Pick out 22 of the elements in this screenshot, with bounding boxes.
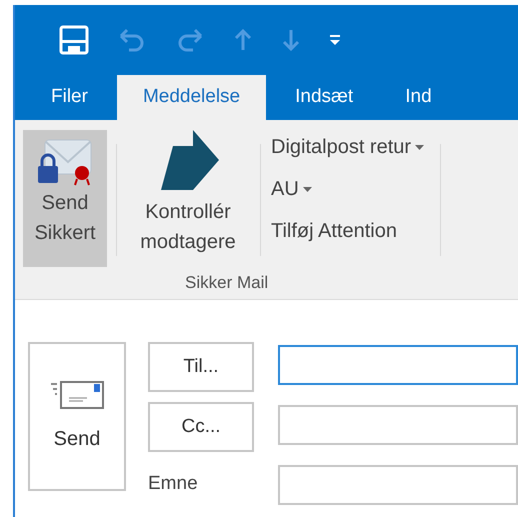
- cc-button[interactable]: Cc...: [148, 402, 254, 452]
- subject-label: Emne: [148, 472, 199, 496]
- save-icon[interactable]: [59, 25, 89, 55]
- ribbon-menu-item[interactable]: AU: [271, 174, 424, 204]
- ribbon-tab[interactable]: Filer: [25, 75, 114, 120]
- ribbon-menu-item[interactable]: Digitalpost retur: [271, 132, 424, 162]
- group-label: Sikker Mail: [184, 272, 270, 294]
- ribbon-tab[interactable]: Ind: [379, 75, 458, 120]
- caret-icon: [415, 144, 424, 150]
- envelope-icon: [49, 380, 105, 410]
- check-recipients-button[interactable]: Kontrollér modtagere: [126, 130, 250, 267]
- input-field[interactable]: [278, 465, 518, 505]
- ribbon-tab[interactable]: Meddelelse: [116, 75, 266, 120]
- caret-icon: [302, 186, 312, 192]
- ribbon-tab[interactable]: Indsæt: [269, 75, 380, 120]
- customize-icon[interactable]: [329, 34, 341, 46]
- input-field[interactable]: [278, 345, 518, 385]
- ribbon-menu-item[interactable]: Tilføj Attention: [271, 216, 424, 246]
- to-button[interactable]: Til...: [148, 342, 254, 392]
- input-field[interactable]: [278, 405, 518, 445]
- send-secure-button[interactable]: Send Sikkert: [23, 130, 107, 267]
- send-button[interactable]: Send: [28, 342, 126, 491]
